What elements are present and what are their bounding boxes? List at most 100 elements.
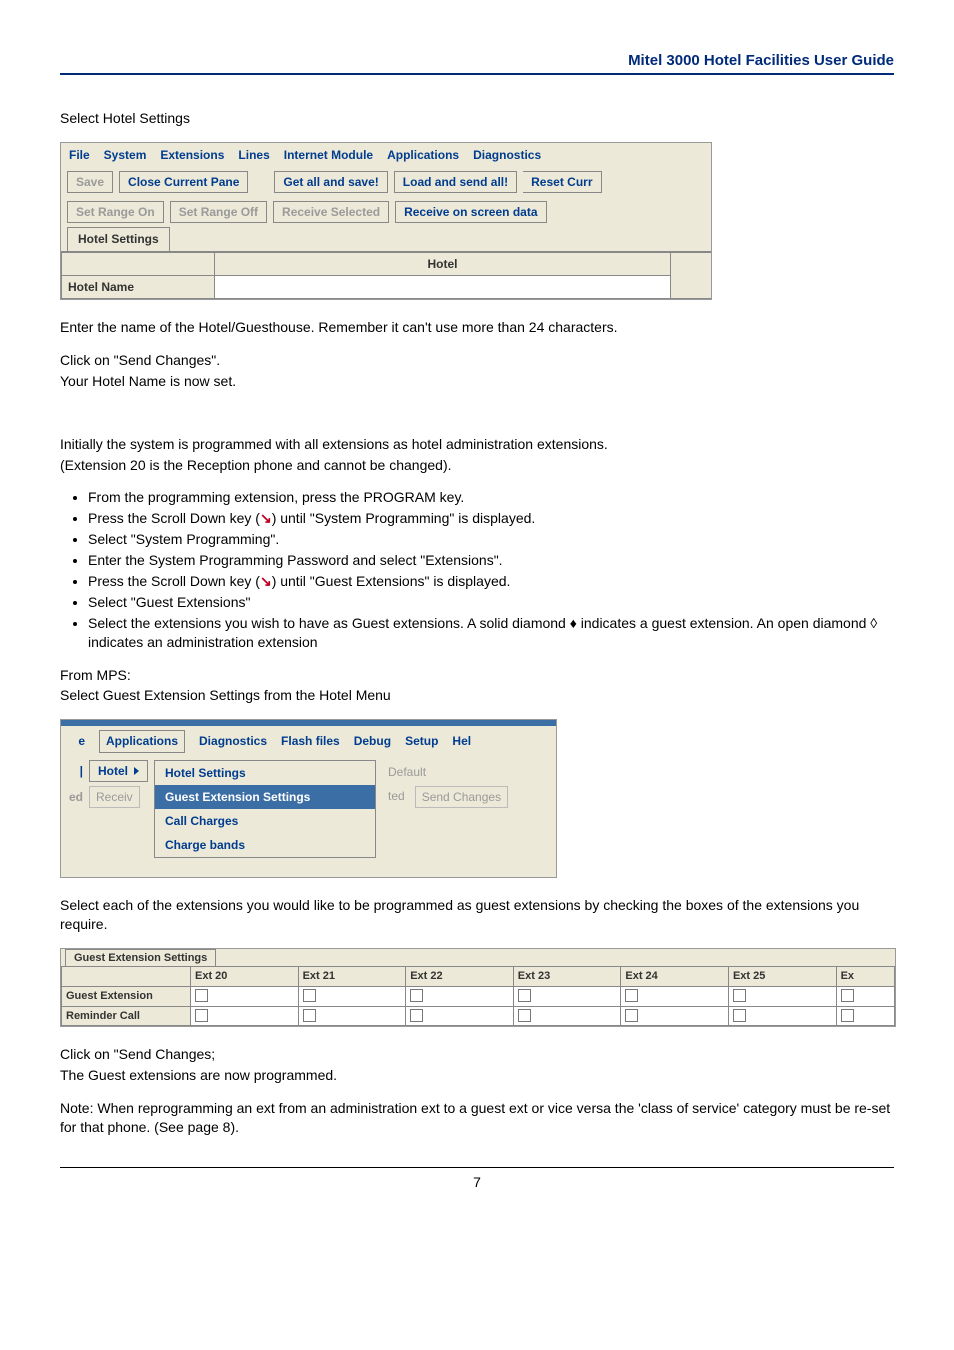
submenu-guest-extension-settings[interactable]: Guest Extension Settings bbox=[155, 785, 375, 809]
ghost-ted: ted bbox=[382, 786, 411, 808]
page-header: Mitel 3000 Hotel Facilities User Guide bbox=[60, 52, 894, 75]
text-select-guest-ext-menu: Select Guest Extension Settings from the… bbox=[60, 686, 894, 705]
set-range-off-button: Set Range Off bbox=[170, 201, 267, 223]
receive-on-screen-data-button[interactable]: Receive on screen data bbox=[395, 201, 546, 223]
ext-checkbox-cell[interactable] bbox=[298, 1006, 406, 1026]
menu-system[interactable]: System bbox=[104, 147, 147, 163]
menu-diagnostics-2[interactable]: Diagnostics bbox=[199, 733, 267, 749]
text-note-reprogramming: Note: When reprogramming an ext from an … bbox=[60, 1099, 894, 1137]
ext-checkbox-cell[interactable] bbox=[836, 1006, 894, 1026]
menu-lines[interactable]: Lines bbox=[238, 147, 269, 163]
menubar: File System Extensions Lines Internet Mo… bbox=[61, 143, 711, 167]
instruction-item: From the programming extension, press th… bbox=[88, 488, 894, 507]
text-guest-ext-programmed: The Guest extensions are now programmed. bbox=[60, 1066, 894, 1085]
ext-column-header: Ext 21 bbox=[298, 966, 406, 986]
checkbox-icon[interactable] bbox=[518, 1009, 531, 1022]
ext-checkbox-cell[interactable] bbox=[513, 1006, 621, 1026]
ext-checkbox-cell[interactable] bbox=[621, 986, 729, 1006]
hotel-name-input[interactable] bbox=[215, 276, 671, 299]
menu-hel-fragment: Hel bbox=[452, 733, 471, 749]
ext-checkbox-cell[interactable] bbox=[191, 1006, 299, 1026]
guest-extension-settings-tab[interactable]: Guest Extension Settings bbox=[65, 949, 216, 966]
close-current-pane-button[interactable]: Close Current Pane bbox=[119, 171, 248, 193]
menu-extensions[interactable]: Extensions bbox=[160, 147, 224, 163]
submenu-hotel-settings[interactable]: Hotel Settings bbox=[155, 761, 375, 785]
reset-curr-button[interactable]: Reset Curr bbox=[523, 171, 601, 193]
guest-extension-table: Ext 20Ext 21Ext 22Ext 23Ext 24Ext 25Ex G… bbox=[61, 966, 895, 1027]
ext-checkbox-cell[interactable] bbox=[406, 1006, 514, 1026]
hotel-menu-button[interactable]: Hotel bbox=[89, 760, 148, 782]
checkbox-icon[interactable] bbox=[841, 989, 854, 1002]
text-select-each-ext: Select each of the extensions you would … bbox=[60, 896, 894, 934]
save-button: Save bbox=[67, 171, 113, 193]
hotel-column-header: Hotel bbox=[215, 252, 671, 276]
menu-setup[interactable]: Setup bbox=[405, 733, 438, 749]
checkbox-icon[interactable] bbox=[303, 1009, 316, 1022]
checkbox-icon[interactable] bbox=[195, 989, 208, 1002]
text-hotel-name-set: Your Hotel Name is now set. bbox=[60, 372, 894, 391]
checkbox-icon[interactable] bbox=[841, 1009, 854, 1022]
screenshot-guest-extension-table: Guest Extension Settings Ext 20Ext 21Ext… bbox=[60, 948, 896, 1027]
ext-checkbox-cell[interactable] bbox=[191, 986, 299, 1006]
ext-checkbox-cell[interactable] bbox=[406, 986, 514, 1006]
hotel-settings-tab[interactable]: Hotel Settings bbox=[67, 227, 170, 250]
chevron-right-icon bbox=[134, 767, 139, 775]
ext-column-header: Ext 24 bbox=[621, 966, 729, 986]
menu-applications[interactable]: Applications bbox=[387, 147, 459, 163]
text-click-send-changes: Click on "Send Changes". bbox=[60, 351, 894, 370]
instruction-item: Enter the System Programming Password an… bbox=[88, 551, 894, 570]
text-select-hotel-settings: Select Hotel Settings bbox=[60, 109, 894, 128]
page-footer: 7 bbox=[60, 1167, 894, 1190]
checkbox-icon[interactable] bbox=[195, 1009, 208, 1022]
checkbox-icon[interactable] bbox=[303, 989, 316, 1002]
set-range-on-button: Set Range On bbox=[67, 201, 164, 223]
screenshot-hotel-menu-popup: e Applications Diagnostics Flash files D… bbox=[60, 719, 557, 878]
ext-checkbox-cell[interactable] bbox=[728, 1006, 836, 1026]
checkbox-icon[interactable] bbox=[410, 989, 423, 1002]
ext-checkbox-cell[interactable] bbox=[513, 986, 621, 1006]
checkbox-icon[interactable] bbox=[410, 1009, 423, 1022]
submenu-charge-bands[interactable]: Charge bands bbox=[155, 833, 375, 857]
ghost-send-changes: Send Changes bbox=[415, 786, 508, 808]
instruction-item: Select the extensions you wish to have a… bbox=[88, 614, 894, 652]
ext-column-header: Ext 25 bbox=[728, 966, 836, 986]
menu-applications-2[interactable]: Applications bbox=[99, 730, 185, 752]
instruction-item: Press the Scroll Down key (↘) until "Sys… bbox=[88, 509, 894, 528]
fragment-ed: ed bbox=[67, 789, 83, 805]
receiv-fragment-button: Receiv bbox=[89, 786, 140, 808]
load-send-all-button[interactable]: Load and send all! bbox=[394, 171, 517, 193]
hotel-submenu: Hotel Settings Guest Extension Settings … bbox=[154, 760, 376, 859]
text-initially: Initially the system is programmed with … bbox=[60, 435, 894, 454]
screenshot-hotel-settings-toolbar: File System Extensions Lines Internet Mo… bbox=[60, 142, 712, 300]
ext-column-header: Ext 20 bbox=[191, 966, 299, 986]
get-all-save-button[interactable]: Get all and save! bbox=[274, 171, 387, 193]
ext-checkbox-cell[interactable] bbox=[728, 986, 836, 1006]
menu-fragment-e: e bbox=[69, 733, 85, 749]
ext-checkbox-cell[interactable] bbox=[621, 1006, 729, 1026]
instruction-item: Select "Guest Extensions" bbox=[88, 593, 894, 612]
menu-file[interactable]: File bbox=[69, 147, 90, 163]
checkbox-icon[interactable] bbox=[625, 989, 638, 1002]
menu-diagnostics[interactable]: Diagnostics bbox=[473, 147, 541, 163]
hotel-menu-label: Hotel bbox=[98, 763, 128, 779]
row-label: Guest Extension bbox=[62, 986, 191, 1006]
hotel-table-corner bbox=[61, 252, 215, 276]
menu-internet-module[interactable]: Internet Module bbox=[284, 147, 373, 163]
checkbox-icon[interactable] bbox=[733, 1009, 746, 1022]
ext-checkbox-cell[interactable] bbox=[836, 986, 894, 1006]
text-enter-hotel-name: Enter the name of the Hotel/Guesthouse. … bbox=[60, 318, 894, 337]
text-ext20-reception: (Extension 20 is the Reception phone and… bbox=[60, 456, 894, 475]
menu-flash-files[interactable]: Flash files bbox=[281, 733, 340, 749]
menu-fragment-bar: | bbox=[67, 763, 83, 779]
instruction-item: Select "System Programming". bbox=[88, 530, 894, 549]
checkbox-icon[interactable] bbox=[733, 989, 746, 1002]
checkbox-icon[interactable] bbox=[625, 1009, 638, 1022]
submenu-call-charges[interactable]: Call Charges bbox=[155, 809, 375, 833]
hotel-name-label: Hotel Name bbox=[61, 276, 215, 299]
checkbox-icon[interactable] bbox=[518, 989, 531, 1002]
menu-debug[interactable]: Debug bbox=[354, 733, 391, 749]
ext-checkbox-cell[interactable] bbox=[298, 986, 406, 1006]
ghost-default: Default bbox=[382, 762, 508, 782]
text-click-send-changes-2: Click on "Send Changes; bbox=[60, 1045, 894, 1064]
ext-column-header: Ext 22 bbox=[406, 966, 514, 986]
